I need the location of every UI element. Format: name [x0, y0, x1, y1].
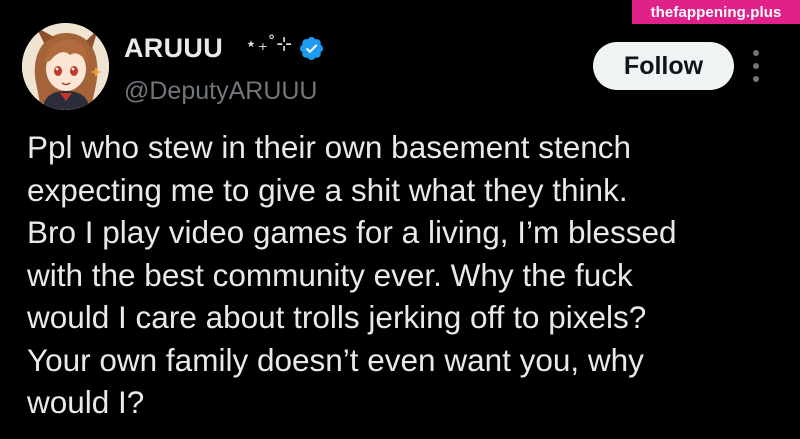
verified-badge-icon[interactable]: [298, 35, 325, 62]
author-display-name[interactable]: ARUUU: [124, 33, 223, 64]
author-name-row: ARUUU ⋆₊˚⊹: [124, 28, 325, 68]
anime-character-avatar-icon: [22, 23, 109, 110]
tweet-text: Ppl who stew in their own basement stenc…: [27, 129, 677, 420]
tweet-card: ARUUU ⋆₊˚⊹ @DeputyARUUU Follow Ppl who s…: [0, 0, 800, 439]
watermark: thefappening.plus: [632, 0, 800, 24]
avatar[interactable]: [22, 23, 109, 110]
name-decoration: ⋆₊˚⊹: [245, 33, 294, 55]
vertical-ellipsis-icon[interactable]: [748, 50, 764, 82]
author-handle[interactable]: @DeputyARUUU: [124, 77, 317, 106]
follow-button[interactable]: Follow: [593, 42, 734, 90]
